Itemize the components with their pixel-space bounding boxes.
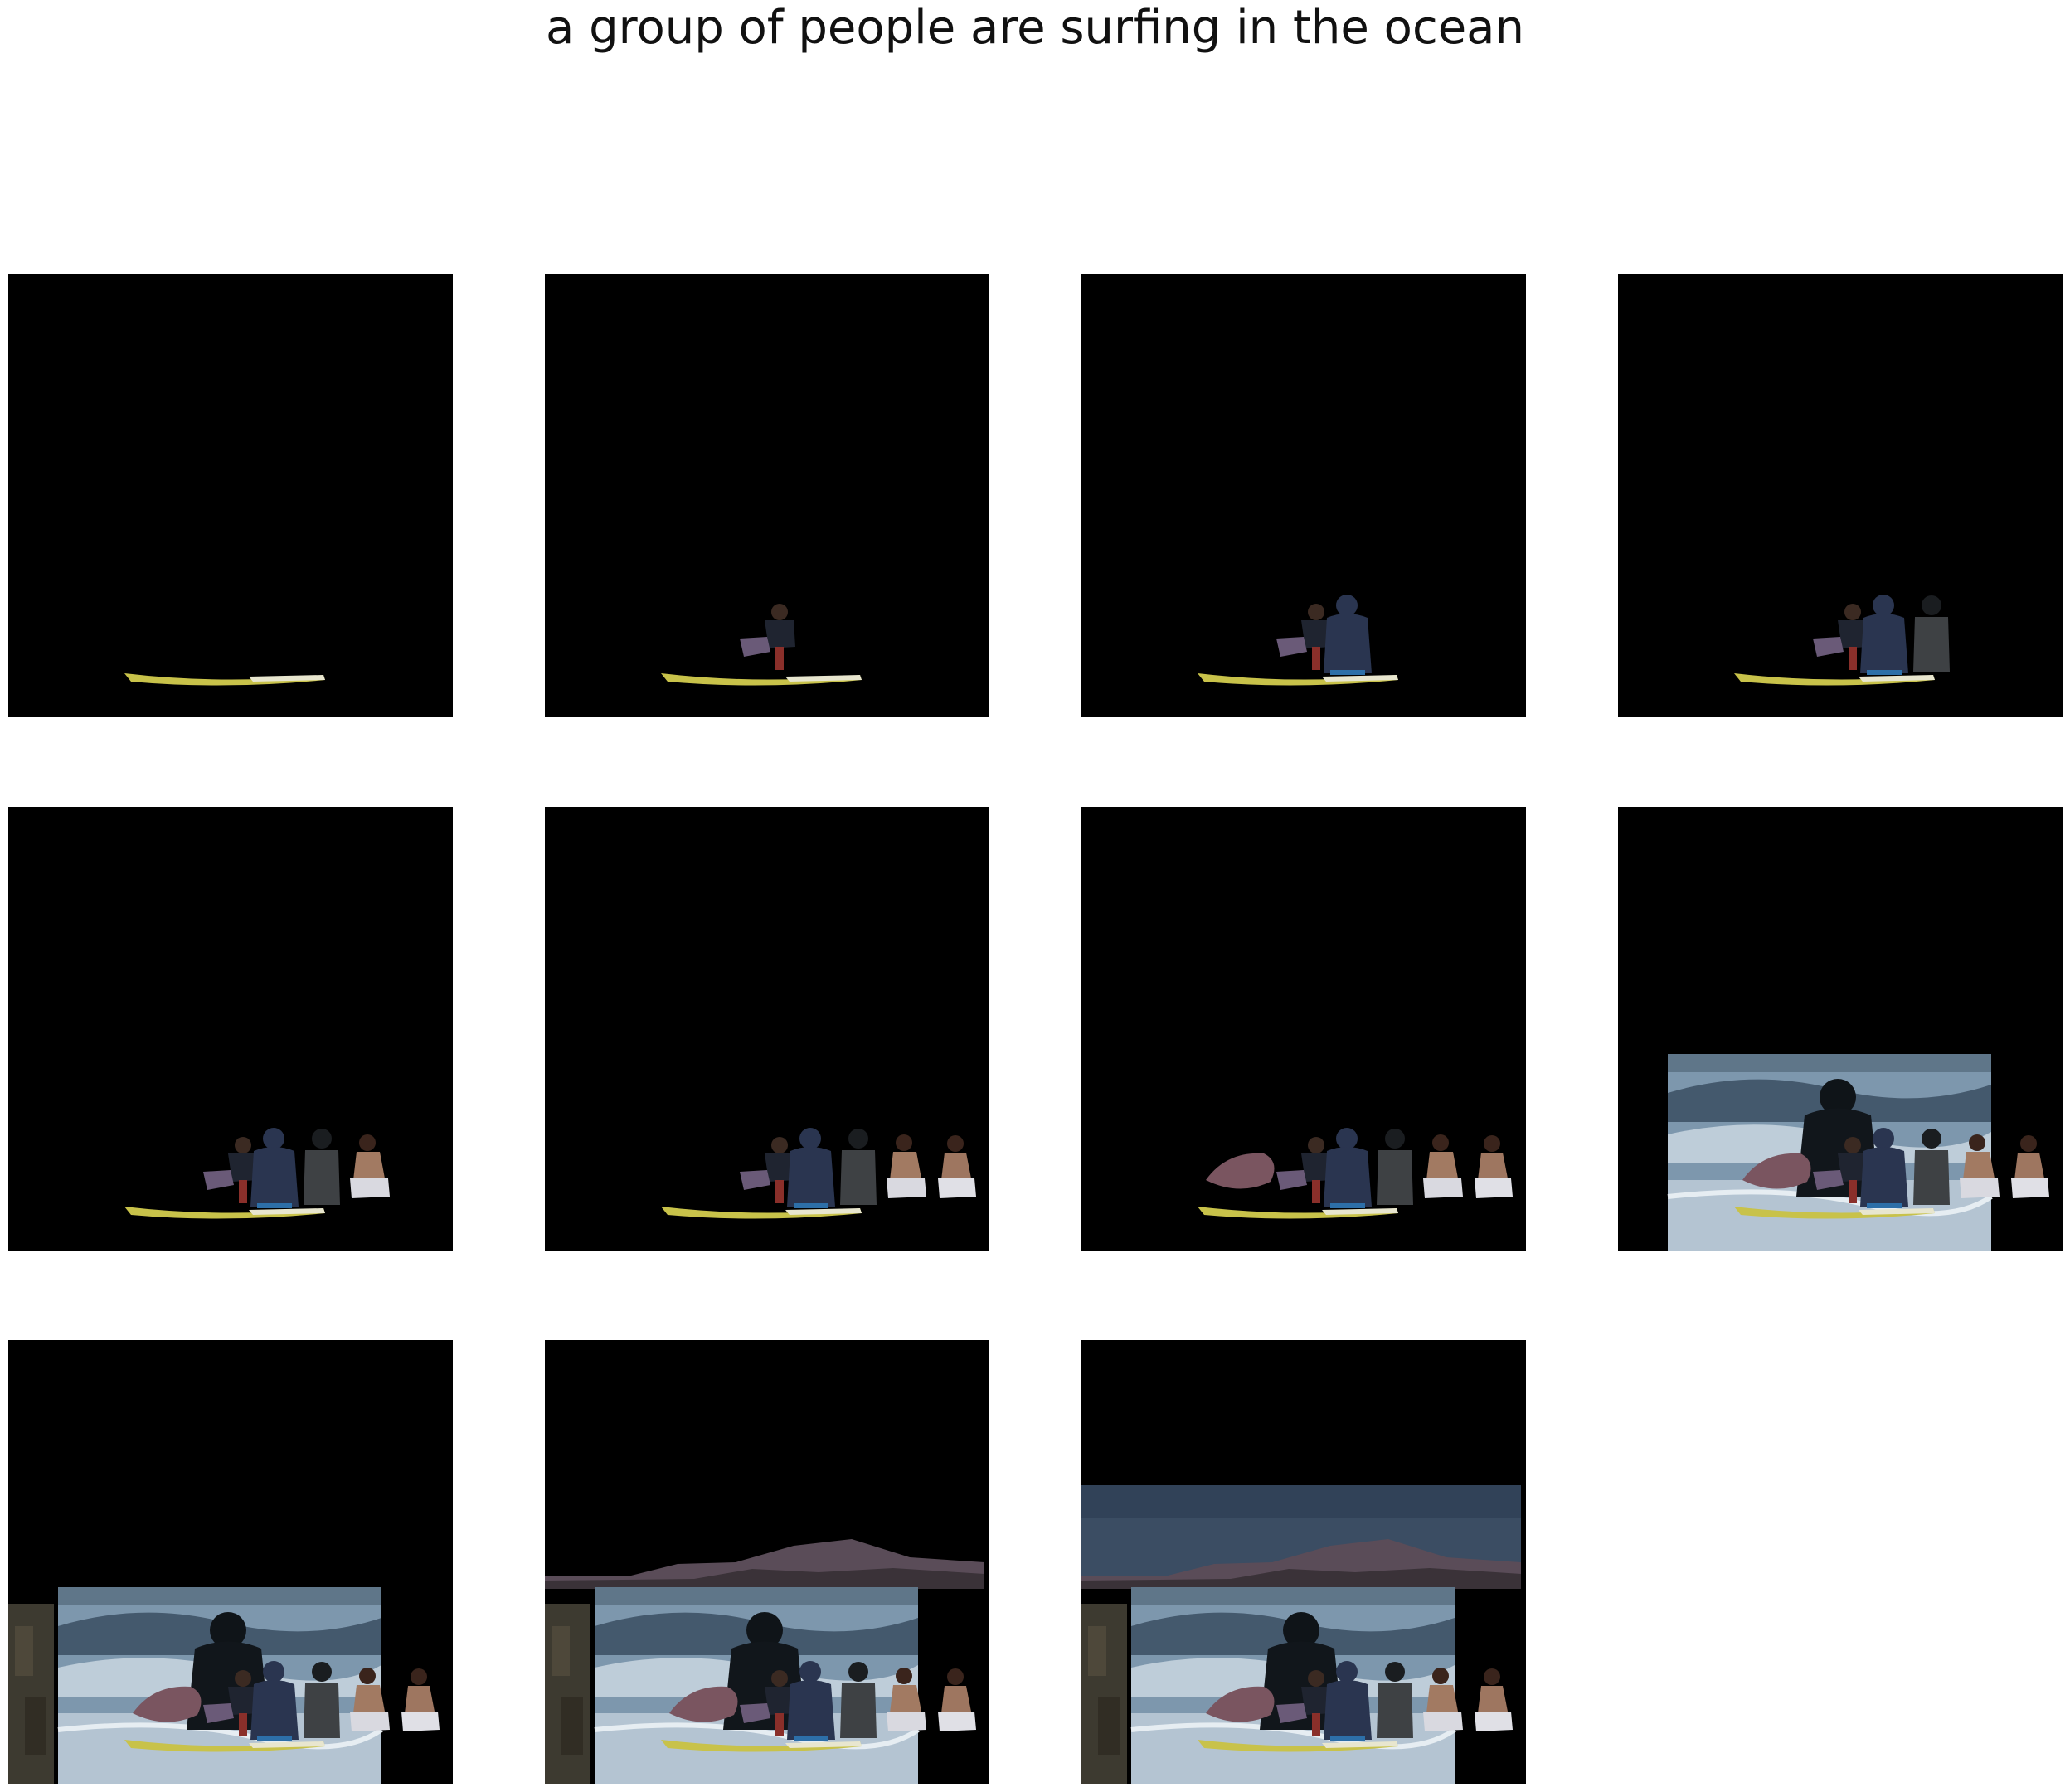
step-panel-5 bbox=[8, 807, 453, 1251]
step-panel-8 bbox=[1618, 807, 2063, 1251]
panel-grid bbox=[0, 0, 2070, 1792]
step-panel-1 bbox=[8, 274, 453, 717]
rock-layer bbox=[1081, 1604, 1127, 1784]
composite-image bbox=[1618, 807, 2063, 1251]
composite-image bbox=[1618, 274, 2063, 717]
step-panel-7 bbox=[1081, 807, 1526, 1251]
step-panel-2 bbox=[545, 274, 989, 717]
step-panel-3 bbox=[1081, 274, 1526, 717]
step-panel-4 bbox=[1618, 274, 2063, 717]
composite-image bbox=[1081, 274, 1526, 717]
composite-image bbox=[545, 274, 989, 717]
composite-image bbox=[545, 807, 989, 1251]
rock-layer bbox=[545, 1604, 590, 1784]
step-panel-11 bbox=[1081, 1340, 1526, 1784]
step-panel-6 bbox=[545, 807, 989, 1251]
rock-layer bbox=[8, 1604, 54, 1784]
composite-image bbox=[545, 1340, 989, 1784]
composite-image bbox=[8, 807, 453, 1251]
step-panel-9 bbox=[8, 1340, 453, 1784]
composite-image bbox=[1081, 1340, 1526, 1784]
step-panel-10 bbox=[545, 1340, 989, 1784]
composite-image bbox=[1081, 807, 1526, 1251]
composite-image bbox=[8, 274, 453, 717]
composite-image bbox=[8, 1340, 453, 1784]
